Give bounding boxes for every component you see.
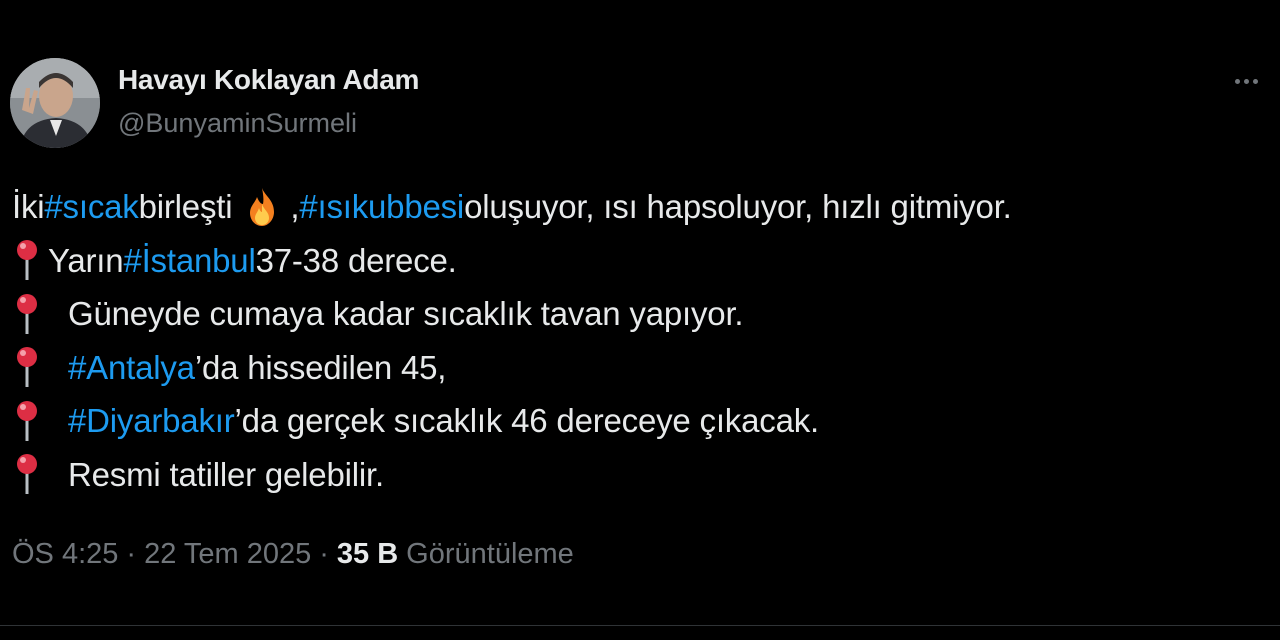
tweet-line: İki #sıcak birleşti , #ısıkubbesi oluşuy… (12, 180, 1272, 234)
tweet-line: #Diyarbakır ’da gerçek sıcaklık 46 derec… (12, 394, 1272, 448)
hashtag-link[interactable]: #Diyarbakır (68, 394, 235, 448)
author-handle[interactable]: @BunyaminSurmeli (118, 108, 357, 139)
text: oluşuyor, ısı hapsoluyor, hızlı gitmiyor… (464, 188, 1012, 225)
tweet: Havayı Koklayan Adam @BunyaminSurmeli İk… (0, 0, 1280, 640)
text: , (290, 188, 300, 225)
round-pushpin-emoji-icon (17, 347, 37, 388)
round-pushpin-emoji-icon (17, 400, 37, 441)
text: Yarın (48, 241, 124, 279)
separator: · (126, 538, 137, 570)
hashtag-link[interactable]: #İstanbul (123, 234, 255, 288)
views-count: 35 B (336, 538, 399, 570)
fire-emoji-icon (250, 187, 275, 226)
tweet-text: İki #sıcak birleşti , #ısıkubbesi oluşuy… (12, 180, 1272, 501)
text: İki (12, 188, 45, 225)
tweet-time[interactable]: ÖS 4:25 (12, 538, 118, 571)
author-name[interactable]: Havayı Koklayan Adam (118, 64, 419, 96)
tweet-line: #Antalya ’da hissedilen 45, (12, 341, 1272, 395)
text: ’da gerçek sıcaklık 46 dereceye çıkacak. (234, 402, 820, 439)
hashtag-link[interactable]: #ısıkubbesi (299, 180, 464, 234)
hashtag-link[interactable]: #sıcak (44, 180, 138, 234)
round-pushpin-emoji-icon (17, 293, 37, 334)
text: birleşti (138, 188, 233, 225)
hashtag-link[interactable]: #Antalya (68, 341, 195, 395)
tweet-line: Resmi tatiller gelebilir. (12, 448, 1272, 502)
round-pushpin-emoji-icon (17, 240, 37, 281)
more-options-icon[interactable] (1226, 66, 1266, 96)
text: 37-38 derece. (255, 241, 457, 279)
tweet-line: Yarın #İstanbul 37-38 derece. (12, 234, 1272, 288)
tweet-line: Güneyde cumaya kadar sıcaklık tavan yapı… (12, 287, 1272, 341)
text: Güneyde cumaya kadar sıcaklık tavan yapı… (68, 295, 744, 332)
avatar[interactable] (10, 58, 100, 148)
round-pushpin-emoji-icon (17, 454, 37, 495)
separator: · (319, 538, 329, 570)
tweet-meta: ÖS 4:25 · 22 Tem 2025 · 35 B Görüntüleme (12, 538, 574, 571)
text: Resmi tatiller gelebilir. (68, 455, 384, 493)
views-label: Görüntüleme (406, 538, 574, 570)
divider (0, 625, 1280, 626)
text: ’da hissedilen 45, (194, 348, 447, 386)
tweet-date[interactable]: 22 Tem 2025 (144, 538, 311, 571)
